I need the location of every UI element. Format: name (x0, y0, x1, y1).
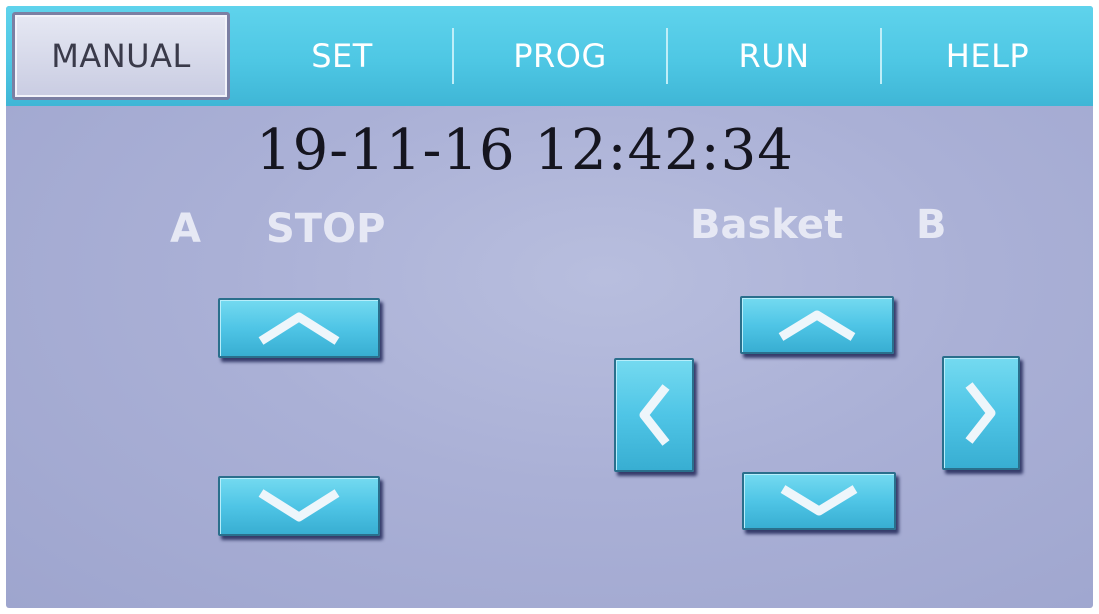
tab-bar: MANUAL SET PROG RUN HELP (6, 6, 1093, 106)
tab-manual-label: MANUAL (51, 37, 191, 75)
tab-manual[interactable]: MANUAL (12, 12, 230, 100)
a-up-button[interactable] (218, 298, 380, 358)
b-right-button[interactable] (942, 356, 1020, 470)
chevron-down-icon (780, 485, 858, 516)
hmi-screen: MANUAL SET PROG RUN HELP 19-11-16 12:42:… (6, 6, 1093, 608)
b-left-button[interactable] (614, 358, 694, 472)
basket-label: Basket (690, 202, 844, 248)
tab-set[interactable]: SET (232, 6, 452, 106)
chevron-down-icon (258, 489, 340, 522)
tab-run-label: RUN (738, 37, 810, 75)
tab-help-label: HELP (945, 37, 1030, 75)
a-down-button[interactable] (218, 476, 380, 536)
tab-prog-label: PROG (513, 37, 607, 75)
chevron-left-icon (639, 384, 670, 446)
tab-prog[interactable]: PROG (454, 6, 666, 106)
datetime-display: 19-11-16 12:42:34 (256, 118, 794, 183)
tab-help[interactable]: HELP (882, 6, 1093, 106)
b-up-button[interactable] (740, 296, 894, 354)
channel-a-status: STOP (266, 206, 386, 252)
b-down-button[interactable] (742, 472, 896, 530)
chevron-up-icon (258, 312, 340, 345)
tab-run[interactable]: RUN (668, 6, 880, 106)
chevron-up-icon (778, 310, 856, 341)
chevron-right-icon (965, 382, 996, 444)
channel-a-label: A (170, 206, 201, 252)
channel-b-label: B (916, 202, 947, 248)
tab-set-label: SET (311, 37, 373, 75)
